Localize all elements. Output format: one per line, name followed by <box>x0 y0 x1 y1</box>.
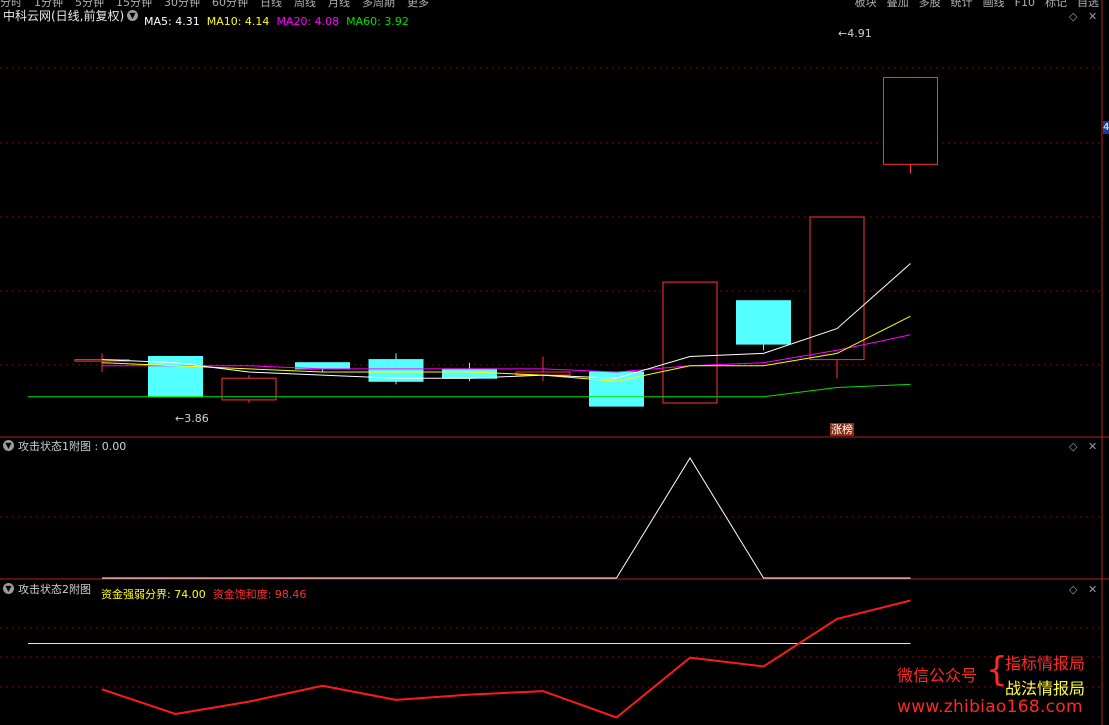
toolbar-button-0[interactable]: 板块 <box>855 0 877 9</box>
toolbar-item-10[interactable]: 更多 <box>407 0 429 9</box>
toolbar-item-9[interactable]: 多周期 <box>362 0 395 9</box>
ind1-title: 攻击状态1附图 : 0.00 <box>18 440 127 453</box>
ind2-saturation-line <box>101 599 911 719</box>
ind2-toggle-icon[interactable]: ▼ <box>3 583 14 594</box>
ind2-diamond-icon[interactable]: ◇ <box>1069 583 1077 596</box>
watermark-wechat-label: 微信公众号 <box>897 666 978 685</box>
candle-body-9 <box>736 300 791 345</box>
toolbar-item-5[interactable]: 60分钟 <box>212 0 248 9</box>
toolbar-item-2[interactable]: 5分钟 <box>75 0 104 9</box>
ma-legend-item-2: MA20: 4.08 <box>276 15 340 28</box>
ind1-toggle-icon[interactable]: ▼ <box>3 440 14 451</box>
high-price-label: ←4.91 <box>838 27 872 40</box>
toolbar-button-2[interactable]: 多股 <box>919 0 941 9</box>
toolbar-button-7[interactable]: 自选 <box>1077 0 1099 9</box>
chart-stage <box>0 0 1109 725</box>
toolbar-item-8[interactable]: 月线 <box>328 0 350 9</box>
low-price-label: ←3.86 <box>175 412 209 425</box>
ind2-close-icon[interactable]: ✕ <box>1088 583 1097 596</box>
ma-legend-item-3: MA60: 3.92 <box>346 15 409 28</box>
toolbar-button-3[interactable]: 统计 <box>951 0 973 9</box>
watermark-line-2: 战法情报局 <box>1005 679 1086 698</box>
panel-diamond-icon[interactable]: ◇ <box>1069 10 1077 23</box>
price-chart[interactable] <box>28 77 938 407</box>
toolbar-button-1[interactable]: 叠加 <box>887 0 909 9</box>
ma-legend-item-1: MA10: 4.14 <box>206 15 270 28</box>
ind1-close-icon[interactable]: ✕ <box>1088 440 1097 453</box>
ind1-diamond-icon[interactable]: ◇ <box>1069 440 1077 453</box>
candle-body-5 <box>442 368 497 379</box>
candle-body-10 <box>809 216 865 361</box>
ma-toggle-icon[interactable]: ▼ <box>127 10 138 21</box>
ind2-legend: 资金强弱分界: 74.00 资金饱和度: 98.46 <box>101 583 313 601</box>
toolbar-right-buttons: 板块 叠加 多股 统计 画线 F10 标记 自选 <box>855 0 1109 10</box>
ind2-title: 攻击状态2附图 <box>18 583 91 596</box>
toolbar-button-5[interactable]: F10 <box>1015 0 1035 9</box>
toolbar-item-0[interactable]: 分时 <box>0 0 22 9</box>
candle-body-8 <box>662 281 718 404</box>
panel-close-icon[interactable]: ✕ <box>1088 10 1097 23</box>
indicator-1-chart[interactable] <box>102 457 911 579</box>
watermark-line-1: 指标情报局 <box>1005 654 1086 673</box>
period-toolbar: 分时 1分钟 5分钟 15分钟 30分钟 60分钟 日线 周线 月线 多周期 更多 板块 叠加 多股 统计 画… <box>0 0 1109 9</box>
toolbar-button-6[interactable]: 标记 <box>1045 0 1067 9</box>
ma-legend-item-0: MA5: 4.31 <box>144 15 200 28</box>
watermark-url: www.zhibiao168.com <box>897 697 1083 717</box>
candle-body-11 <box>883 77 938 165</box>
toolbar-item-3[interactable]: 15分钟 <box>116 0 152 9</box>
toolbar-button-4[interactable]: 画线 <box>983 0 1005 9</box>
right-axis-marker: 4 <box>1103 121 1109 134</box>
stock-title: 中科云网(日线,前复权) <box>3 9 125 23</box>
ind1-line <box>102 457 911 579</box>
ma-legend: MA5: 4.31 MA10: 4.14 MA20: 4.08 MA60: 3.92 <box>144 10 416 28</box>
toolbar-item-7[interactable]: 周线 <box>294 0 316 9</box>
indicator-2-chart[interactable] <box>28 599 911 719</box>
limit-up-badge: 涨榜 <box>830 423 854 436</box>
toolbar-item-4[interactable]: 30分钟 <box>164 0 200 9</box>
toolbar-item-6[interactable]: 日线 <box>260 0 282 9</box>
ind2-legend-item-0: 资金强弱分界: 74.00 <box>101 588 206 601</box>
ind2-legend-item-1: 资金饱和度: 98.46 <box>212 588 307 601</box>
toolbar-item-1[interactable]: 1分钟 <box>34 0 63 9</box>
